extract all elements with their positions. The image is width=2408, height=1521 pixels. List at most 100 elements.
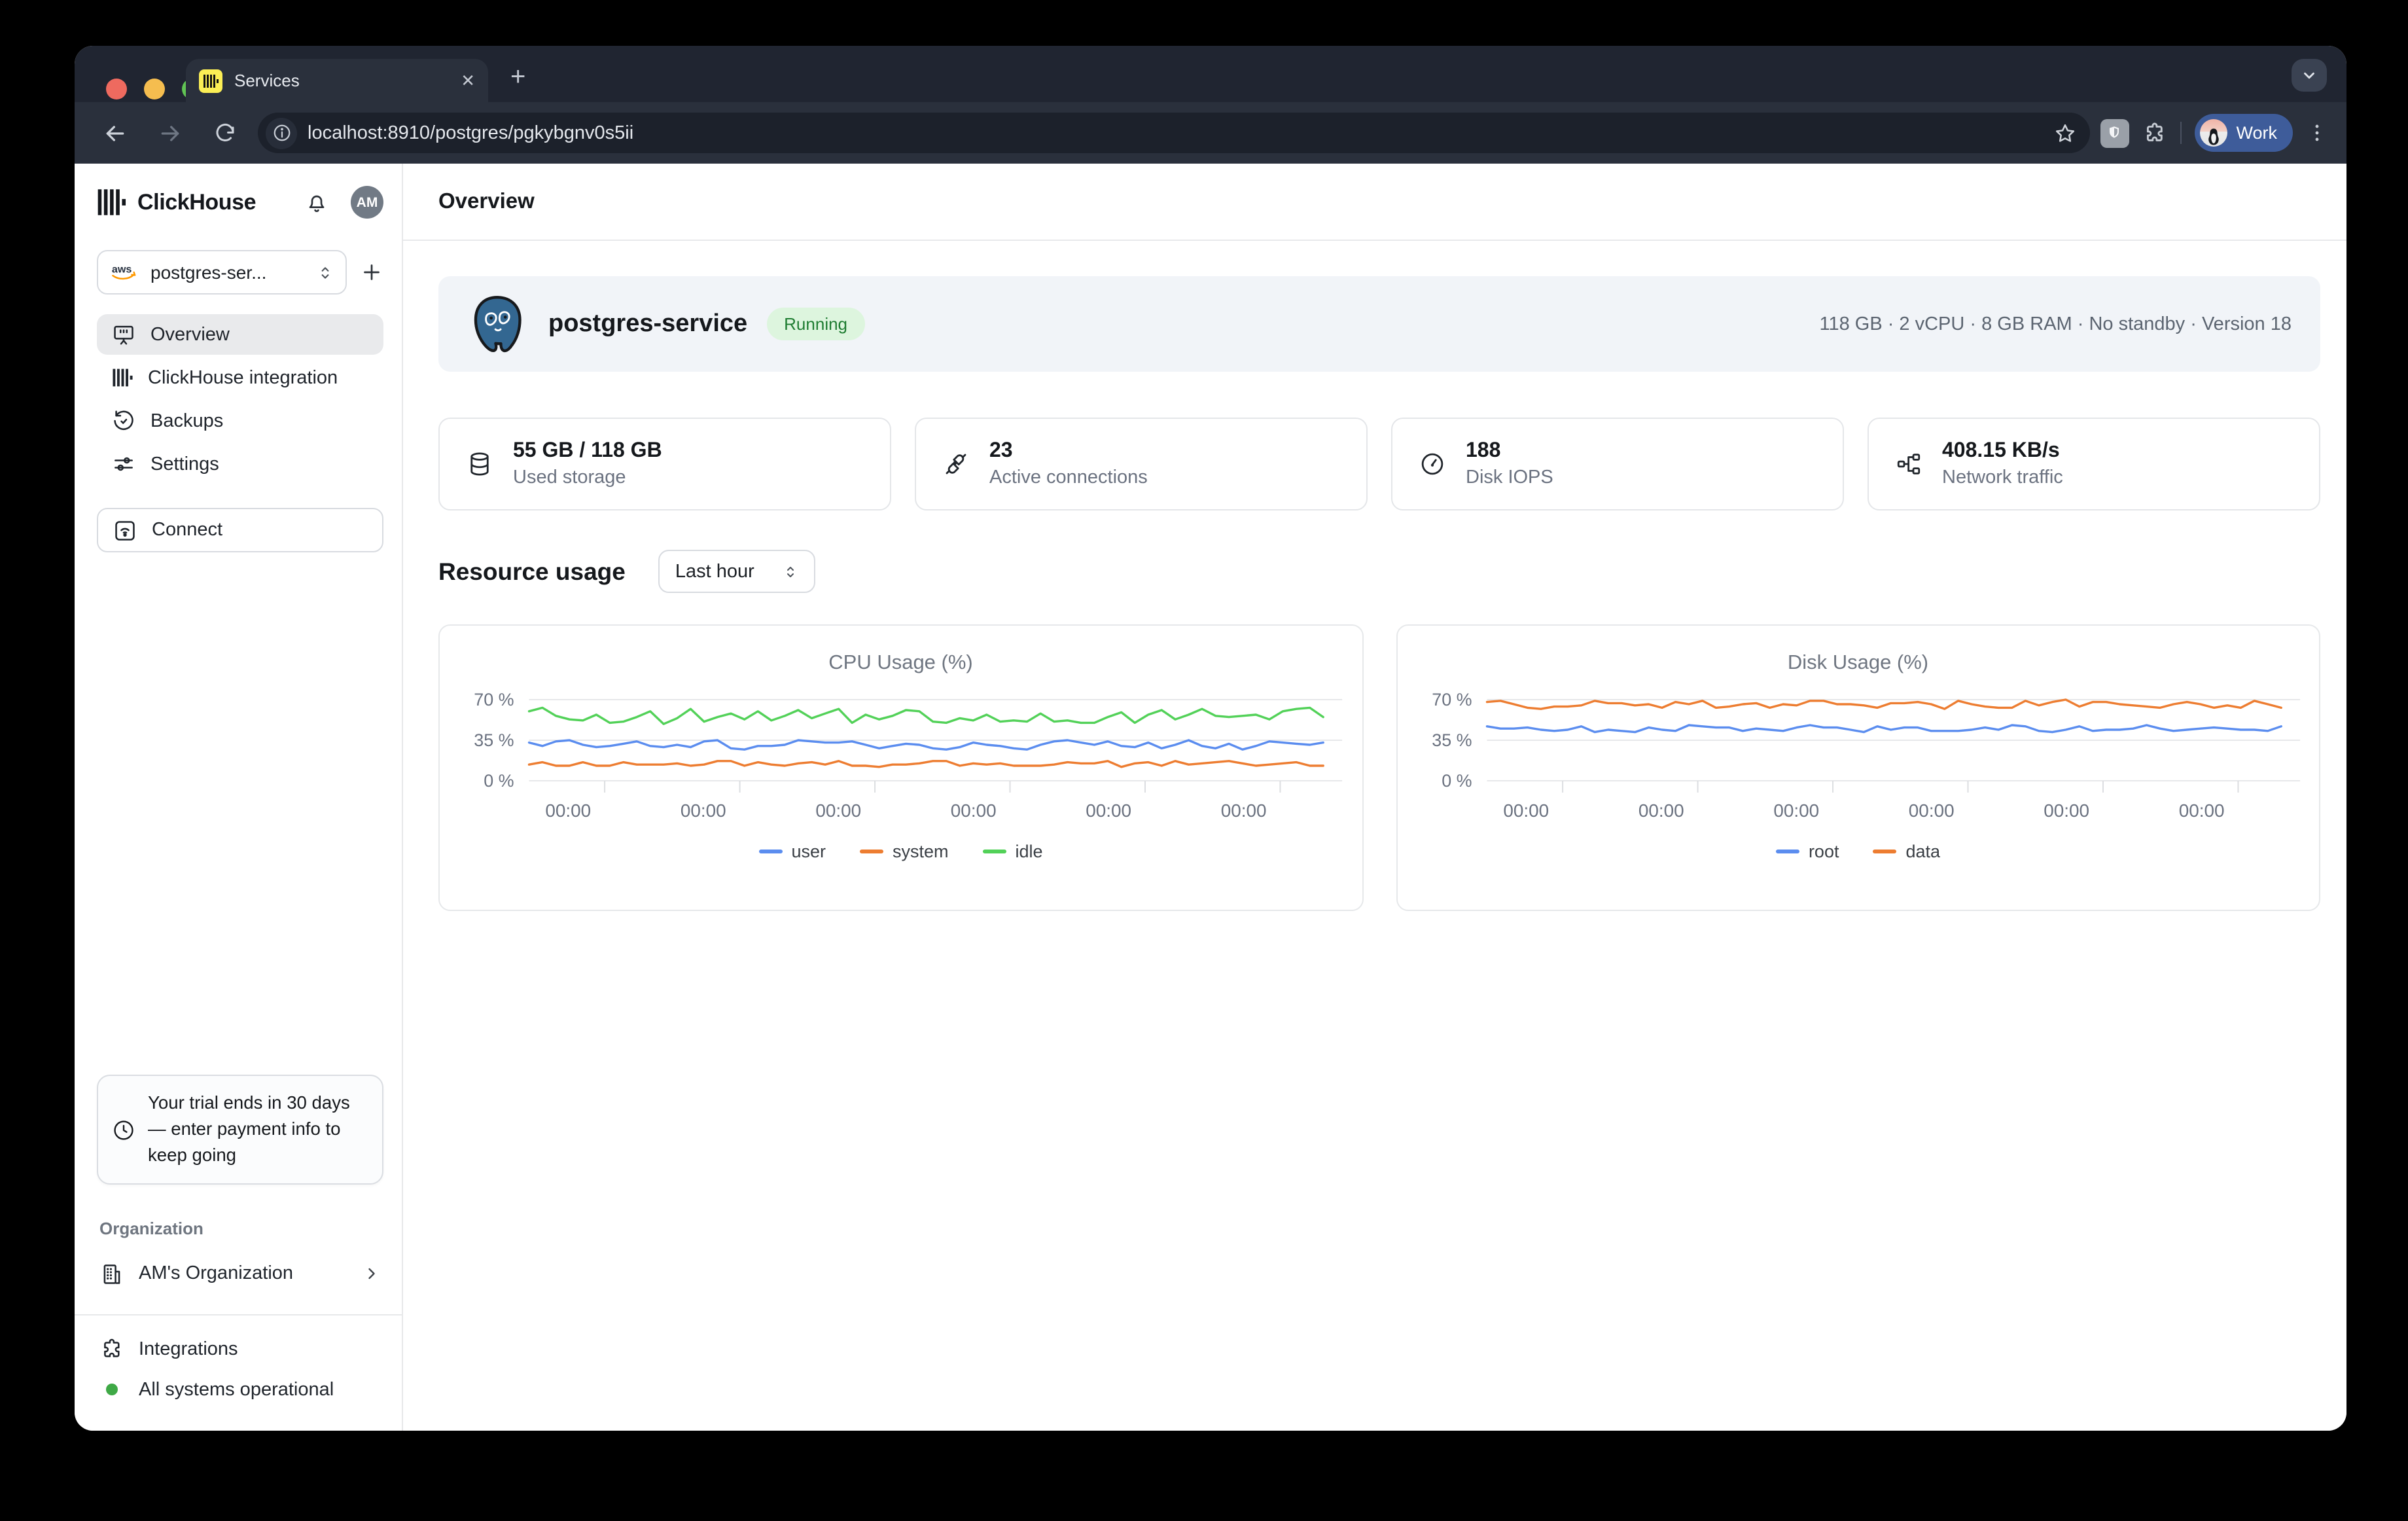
legend-swatch-icon [860,850,883,853]
legend-item-data[interactable]: data [1873,842,1940,861]
stat-label: Network traffic [1942,467,2063,488]
integrations-label: Integrations [139,1338,238,1359]
sidebar-item-label: Backups [150,410,223,431]
legend-swatch-icon [1873,850,1896,853]
time-range-value: Last hour [675,561,754,582]
url-bar[interactable]: localhost:8910/postgres/pgkybgnv0s5ii [258,113,2089,153]
database-icon [466,450,493,478]
brand-name: ClickHouse [137,189,256,215]
reload-icon [213,121,237,145]
time-range-select[interactable]: Last hour [658,550,816,593]
svg-text:0 %: 0 % [484,771,514,791]
chevron-up-down-icon [317,264,334,281]
chevron-down-icon [2301,67,2318,84]
chart-legend: root data [1397,842,2319,861]
cpu-usage-chart: CPU Usage (%) 70 %35 %0 %00:0000:0000:00… [438,624,1363,911]
url-text[interactable]: localhost:8910/postgres/pgkybgnv0s5ii [308,122,2042,143]
forward-arrow-icon [157,120,183,146]
tab-close-icon[interactable]: ✕ [461,72,475,89]
minimize-window-button[interactable] [144,79,165,99]
profile-label: Work [2236,123,2277,143]
sidebar-nav: Overview ClickHouse integration Backups … [97,314,383,484]
browser-toolbar: localhost:8910/postgres/pgkybgnv0s5ii Wo… [75,102,2346,164]
service-selector[interactable]: aws postgres-ser... [97,250,347,295]
system-status-row[interactable]: All systems operational [97,1369,383,1410]
disk-usage-chart: Disk Usage (%) 70 %35 %0 %00:0000:0000:0… [1396,624,2320,911]
sidebar-item-backups[interactable]: Backups [97,401,383,441]
svg-text:aws: aws [112,264,132,276]
site-info-button[interactable] [266,117,297,149]
svg-text:00:00: 00:00 [1502,800,1548,821]
browser-tab-services[interactable]: Services ✕ [186,59,488,102]
chart-plot-area: 70 %35 %0 %00:0000:0000:0000:0000:0000:0… [440,626,1362,910]
charts-row: CPU Usage (%) 70 %35 %0 %00:0000:0000:00… [438,624,2320,911]
sidebar-item-clickhouse-integration[interactable]: ClickHouse integration [97,357,383,398]
shield-extension-button[interactable] [2100,118,2129,147]
organization-name: AM's Organization [139,1263,348,1284]
stat-label: Used storage [513,467,662,488]
legend-item-root[interactable]: root [1776,842,1839,861]
svg-text:0 %: 0 % [1441,771,1471,791]
extensions-puzzle-icon[interactable] [2142,120,2167,145]
trial-notice[interactable]: Your trial ends in 30 days — enter payme… [97,1075,383,1185]
add-service-button[interactable] [360,260,383,284]
legend-item-idle[interactable]: idle [983,842,1043,861]
svg-text:00:00: 00:00 [1221,800,1267,821]
stat-value: 408.15 KB/s [1942,440,2063,463]
page-title: Overview [438,189,535,214]
sliders-icon [111,452,136,476]
stat-card-storage: 55 GB / 118 GB Used storage [438,418,891,510]
legend-item-system[interactable]: system [860,842,949,861]
organization-row[interactable]: AM's Organization [97,1254,383,1293]
stats-row: 55 GB / 118 GB Used storage 23 Active co… [438,418,2320,510]
sidebar-item-label: Overview [150,324,230,345]
svg-text:00:00: 00:00 [1908,800,1954,821]
stat-card-connections: 23 Active connections [915,418,1368,510]
connect-button[interactable]: Connect [97,508,383,552]
service-selector-value: postgres-ser... [150,262,305,283]
bookmark-star-icon[interactable] [2053,121,2076,145]
svg-text:35 %: 35 % [1431,730,1471,750]
gauge-icon [1419,450,1446,478]
bell-icon[interactable] [304,189,330,215]
service-name: postgres-service [548,310,747,338]
sidebar-item-overview[interactable]: Overview [97,314,383,355]
legend-swatch-icon [983,850,1006,853]
browser-window: Services ✕ + localhost:8910 [75,46,2346,1431]
sidebar-item-integrations[interactable]: Integrations [97,1329,383,1369]
stat-label: Active connections [989,467,1148,488]
tab-title: Services [234,71,449,90]
service-selector-row: aws postgres-ser... [97,250,383,295]
chart-legend: user system idle [440,842,1362,861]
clickhouse-logo-icon [97,187,127,217]
reload-button[interactable] [203,111,247,155]
sidebar: ClickHouse AM aws postgres-ser... [75,164,403,1431]
forward-button[interactable] [148,111,192,155]
app-content: ClickHouse AM aws postgres-ser... [75,164,2346,1431]
shield-icon [2106,124,2123,141]
back-button[interactable] [93,111,137,155]
stat-card-iops: 188 Disk IOPS [1391,418,1844,510]
user-avatar[interactable]: AM [351,186,383,219]
tab-search-button[interactable] [2292,59,2327,92]
building-icon [99,1261,124,1286]
back-arrow-icon [102,120,128,146]
toolbar-separator [2180,122,2181,144]
network-icon [1895,450,1922,478]
organization-section-label: Organization [97,1219,383,1238]
stat-value: 188 [1466,440,1553,463]
brand-row: ClickHouse AM [97,182,383,223]
toolbar-right-cluster: Work [2100,114,2328,152]
overview-board-icon [111,322,136,347]
svg-text:00:00: 00:00 [815,800,861,821]
new-tab-button[interactable]: + [510,64,525,90]
profile-button[interactable]: Work [2194,114,2293,152]
resource-usage-row: Resource usage Last hour [438,550,2320,593]
trial-notice-text: Your trial ends in 30 days — enter payme… [148,1090,369,1169]
menu-kebab-icon[interactable] [2306,122,2328,144]
legend-item-user[interactable]: user [758,842,826,861]
sidebar-item-settings[interactable]: Settings [97,444,383,484]
close-window-button[interactable] [106,79,127,99]
svg-text:00:00: 00:00 [1638,800,1684,821]
stat-value: 55 GB / 118 GB [513,440,662,463]
